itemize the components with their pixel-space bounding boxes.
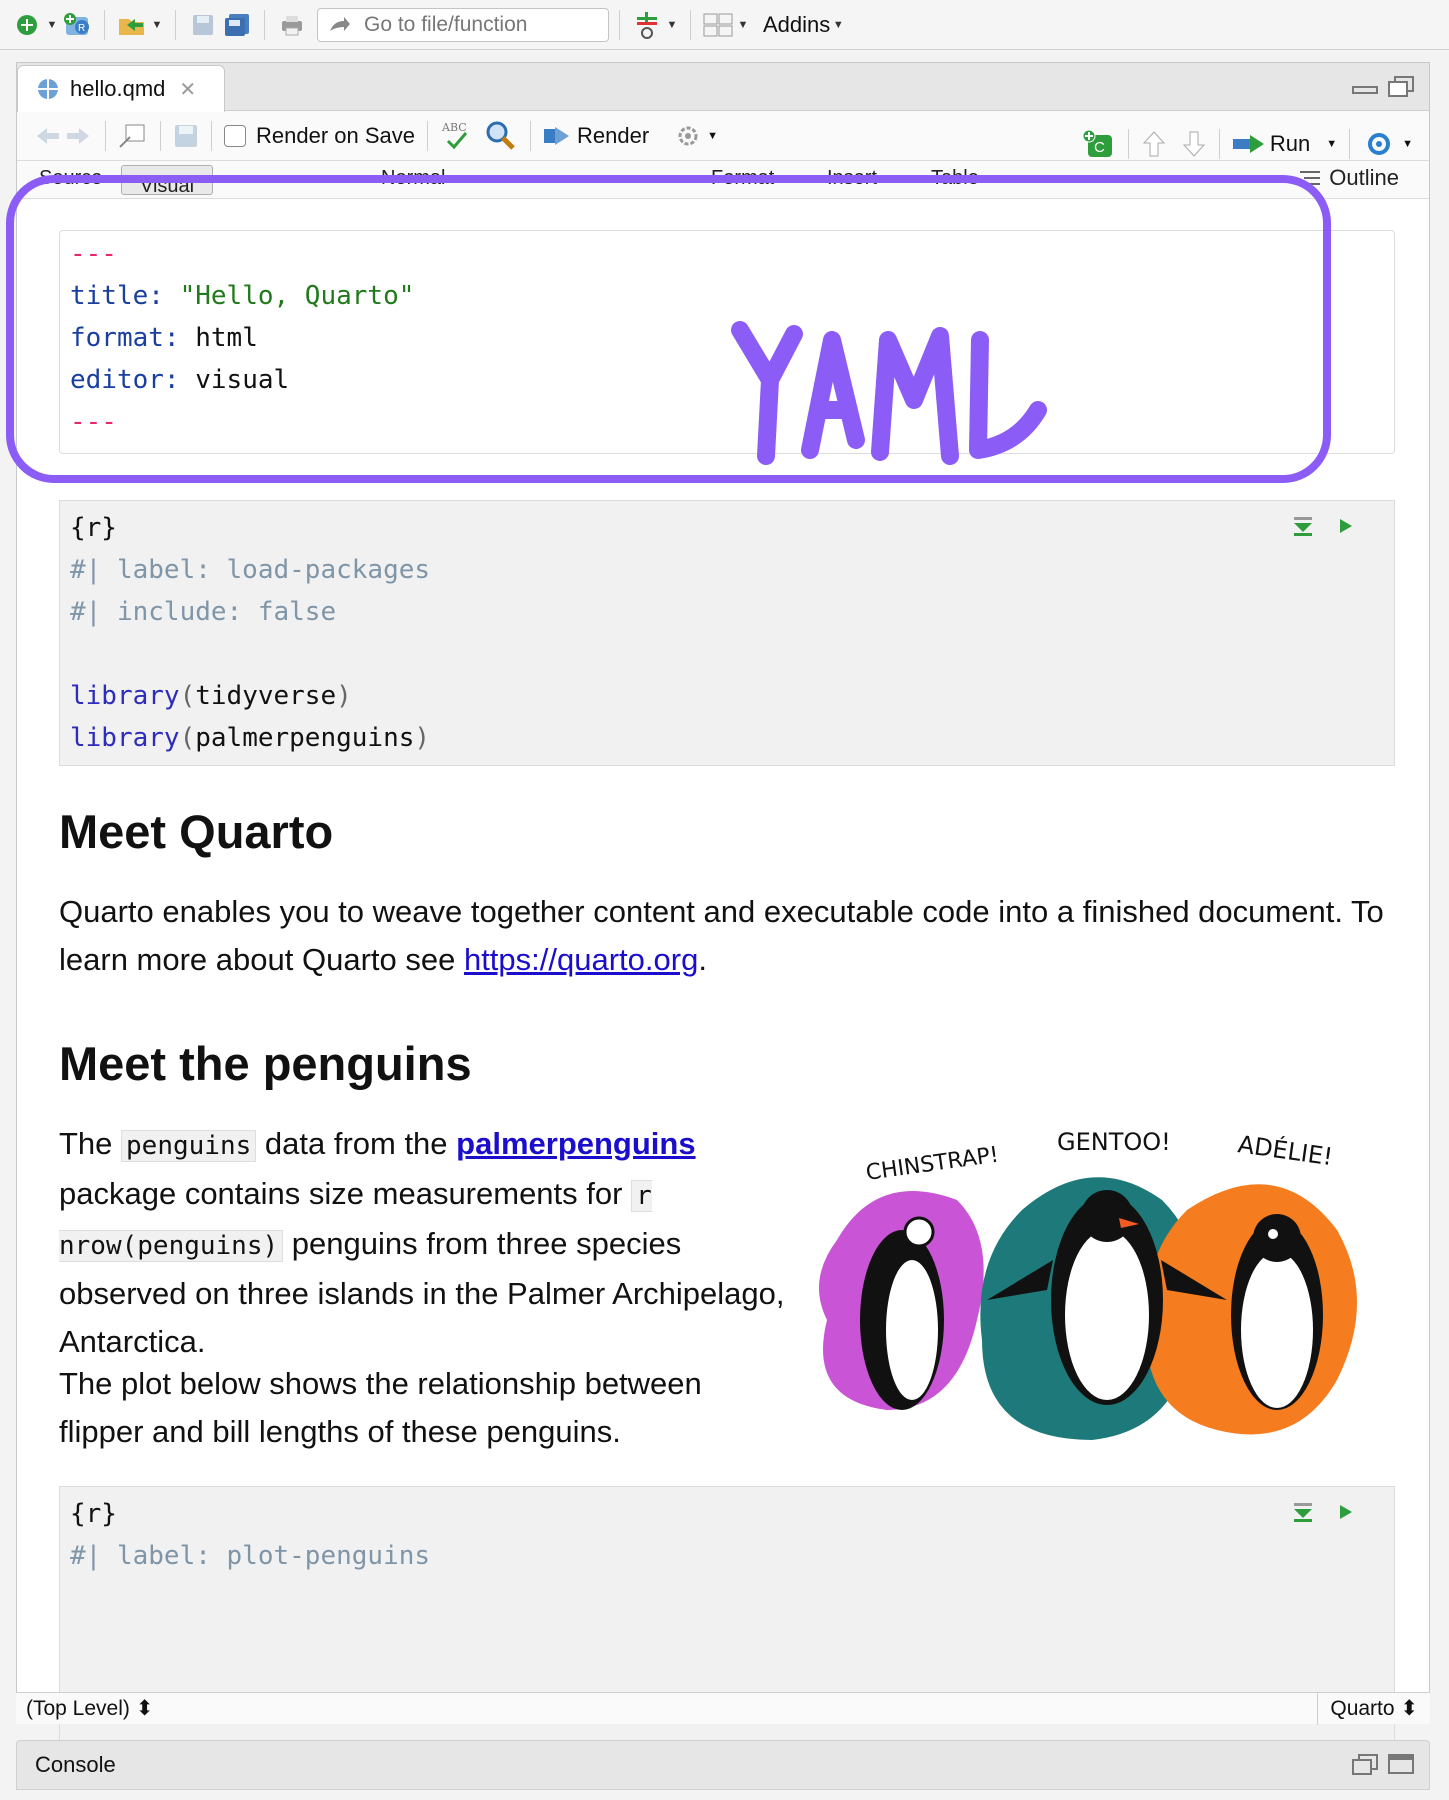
paragraph-penguins-data: The penguins data from the palmerpenguin…	[59, 1126, 785, 1359]
restore-pane-icon[interactable]	[1351, 1753, 1379, 1775]
yaml-front-matter[interactable]: --- title: "Hello, Quarto" format: html …	[59, 230, 1395, 454]
penguin-label: ADÉLIE!	[1236, 1129, 1334, 1171]
chevron-down-icon[interactable]: ▼	[44, 8, 60, 42]
outline-button[interactable]: Outline	[1299, 165, 1399, 191]
chunk-option-line: #| include: false	[70, 597, 337, 627]
chevron-down-icon[interactable]: ▼	[830, 8, 846, 42]
yaml-format-line: format: html	[70, 323, 258, 353]
console-tab[interactable]: Console	[35, 1752, 116, 1778]
pane-layout-icon[interactable]	[701, 8, 735, 42]
publish-icon[interactable]	[1362, 131, 1396, 157]
penguin-label: CHINSTRAP!	[864, 1143, 1000, 1186]
chevron-down-icon[interactable]: ▼	[149, 8, 165, 42]
editor-pane: hello.qmd ✕ Render on Save ABC Render ▼ …	[16, 62, 1430, 1755]
table-menu[interactable]: Table	[931, 167, 979, 190]
yaml-editor-line: editor: visual	[70, 365, 290, 395]
scope-navigator[interactable]: (Top Level) ⬍	[16, 1696, 153, 1721]
quarto-file-icon	[38, 79, 58, 99]
paragraph-style-select[interactable]: Normal	[381, 167, 445, 190]
print-icon[interactable]	[275, 8, 309, 42]
chevron-down-icon[interactable]: ▼	[664, 8, 680, 42]
save-all-icon[interactable]	[220, 8, 254, 42]
render-icon[interactable]	[543, 125, 571, 147]
heading-meet-quarto: Meet Quarto	[59, 805, 334, 858]
run-button[interactable]: Run	[1270, 131, 1310, 157]
render-button[interactable]: Render	[577, 123, 649, 149]
penguin-label: GENTOO!	[1057, 1128, 1171, 1156]
paragraph-plot-intro: The plot below shows the relationship be…	[59, 1366, 702, 1449]
show-in-window-icon[interactable]	[118, 123, 148, 149]
file-tab[interactable]: hello.qmd ✕	[17, 65, 225, 112]
insert-chunk-icon[interactable]: C	[1082, 129, 1116, 159]
pane-window-controls	[1351, 75, 1415, 97]
editor-status-bar: (Top Level) ⬍ Quarto ⬍	[16, 1692, 1430, 1725]
editor-toolbar: Render on Save ABC Render ▼ C Run ▼ ▼	[17, 111, 1429, 161]
arrow-down-icon[interactable]	[1181, 130, 1207, 158]
heading-meet-penguins: Meet the penguins	[59, 1037, 472, 1090]
console-window-controls	[1351, 1753, 1415, 1775]
save-icon[interactable]	[186, 8, 220, 42]
paragraph-quarto-intro: Quarto enables you to weave together con…	[59, 894, 1384, 977]
run-previous-chunks-icon[interactable]	[1292, 515, 1314, 537]
chunk-header: {r}	[70, 513, 117, 543]
back-forward-icon[interactable]	[33, 124, 93, 148]
svg-text:R: R	[78, 23, 85, 34]
code-chunk-load-packages[interactable]: {r} #| label: load-packages #| include: …	[59, 500, 1395, 766]
chunk-controls	[1292, 515, 1354, 537]
document-body: --- title: "Hello, Quarto" format: html …	[17, 200, 1429, 1755]
minimize-pane-icon[interactable]	[1351, 75, 1379, 97]
code-line: library(tidyverse)	[70, 681, 352, 711]
maximize-pane-icon[interactable]	[1387, 1753, 1415, 1775]
document-type-select[interactable]: Quarto ⬍	[1317, 1692, 1430, 1725]
gear-icon[interactable]	[673, 121, 703, 151]
yaml-annotation-label	[730, 320, 1050, 475]
outline-icon	[1300, 171, 1321, 185]
render-on-save-label: Render on Save	[256, 122, 415, 148]
quarto-link[interactable]: https://quarto.org	[464, 942, 698, 977]
code-line: library(palmerpenguins)	[70, 723, 431, 753]
chunk-controls	[1292, 1501, 1354, 1523]
yaml-delimiter: ---	[70, 407, 117, 437]
run-icon[interactable]	[1232, 133, 1266, 155]
new-file-icon[interactable]	[10, 8, 44, 42]
console-pane-header[interactable]: Console	[16, 1740, 1430, 1790]
yaml-title-line: title: "Hello, Quarto"	[70, 281, 415, 311]
chunk-option-line: #| label: load-packages	[70, 555, 431, 585]
maximize-pane-icon[interactable]	[1387, 75, 1415, 97]
addins-menu[interactable]: Addins	[763, 12, 830, 38]
goto-arrow-icon	[330, 16, 350, 31]
version-control-icon[interactable]	[630, 8, 664, 42]
main-toolbar: ▼ R ▼ Go to file/function ▼ ▼ Addins ▼	[0, 0, 1449, 50]
chevron-down-icon[interactable]: ▼	[707, 130, 718, 142]
yaml-delimiter: ---	[70, 239, 117, 269]
chevron-down-icon[interactable]: ▼	[1402, 138, 1413, 150]
svg-text:C: C	[1094, 139, 1105, 156]
run-chunk-icon[interactable]	[1336, 1501, 1354, 1523]
run-previous-chunks-icon[interactable]	[1292, 1501, 1314, 1523]
render-on-save-checkbox[interactable]	[224, 124, 246, 147]
close-tab-icon[interactable]: ✕	[179, 77, 196, 102]
chevron-down-icon[interactable]: ▼	[1326, 138, 1337, 150]
palmerpenguins-link[interactable]: palmerpenguins	[456, 1126, 695, 1161]
spellcheck-icon[interactable]: ABC	[440, 119, 474, 153]
chunk-header: {r}	[70, 1499, 117, 1529]
chevron-down-icon[interactable]: ▼	[735, 8, 751, 42]
new-project-icon[interactable]: R	[60, 8, 94, 42]
editor-tabstrip: hello.qmd ✕	[17, 63, 1429, 112]
open-folder-icon[interactable]	[115, 8, 149, 42]
visual-mode-button[interactable]: Visual	[121, 165, 214, 197]
goto-file-input[interactable]: Go to file/function	[317, 7, 609, 42]
format-menu[interactable]: Format	[711, 167, 774, 190]
chunk-option-line: #| label: plot-penguins	[70, 1541, 431, 1571]
svg-text:ABC: ABC	[441, 121, 467, 134]
insert-menu[interactable]: Insert	[827, 167, 877, 190]
run-chunk-icon[interactable]	[1336, 515, 1354, 537]
arrow-up-icon[interactable]	[1141, 130, 1167, 158]
penguins-illustration: CHINSTRAP! GENTOO! ADÉLIE!	[807, 1120, 1387, 1460]
source-mode-button[interactable]: Source	[39, 167, 102, 190]
visual-format-bar: Source Visual Normal Format Insert Table…	[17, 161, 1429, 199]
save-file-icon[interactable]	[173, 123, 199, 149]
find-replace-icon[interactable]	[484, 119, 518, 153]
inline-code: penguins	[121, 1130, 257, 1162]
